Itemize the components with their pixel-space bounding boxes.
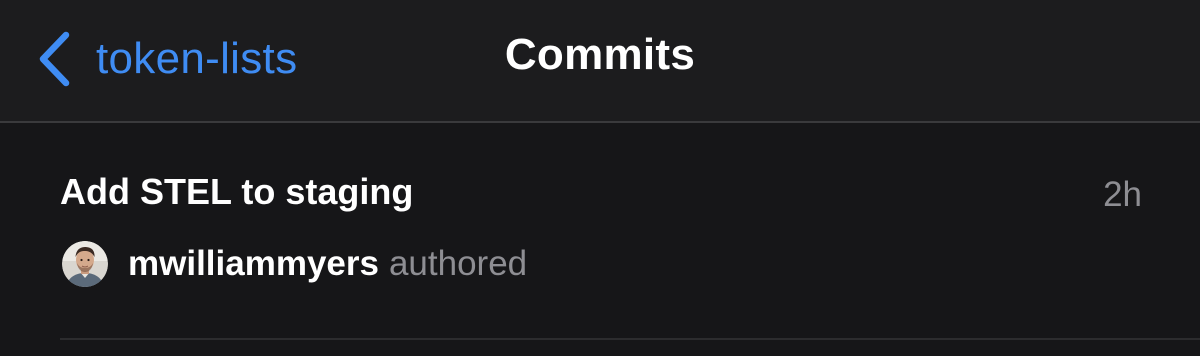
page-title: Commits xyxy=(504,30,696,79)
commit-author-line: mwilliammyers authored xyxy=(62,240,527,288)
navigation-bar: token-lists Commits xyxy=(0,0,1200,121)
author-name[interactable]: mwilliammyers xyxy=(128,244,379,284)
row-divider xyxy=(60,338,1200,340)
commit-list-item[interactable]: Add STEL to staging 2h mwilliammyers aut… xyxy=(0,123,1200,339)
commit-time: 2h xyxy=(1103,175,1142,214)
commits-screen: token-lists Commits Add STEL to staging … xyxy=(0,0,1200,356)
author-action: authored xyxy=(388,244,528,283)
commit-message: Add STEL to staging xyxy=(60,171,414,212)
avatar xyxy=(62,241,108,287)
